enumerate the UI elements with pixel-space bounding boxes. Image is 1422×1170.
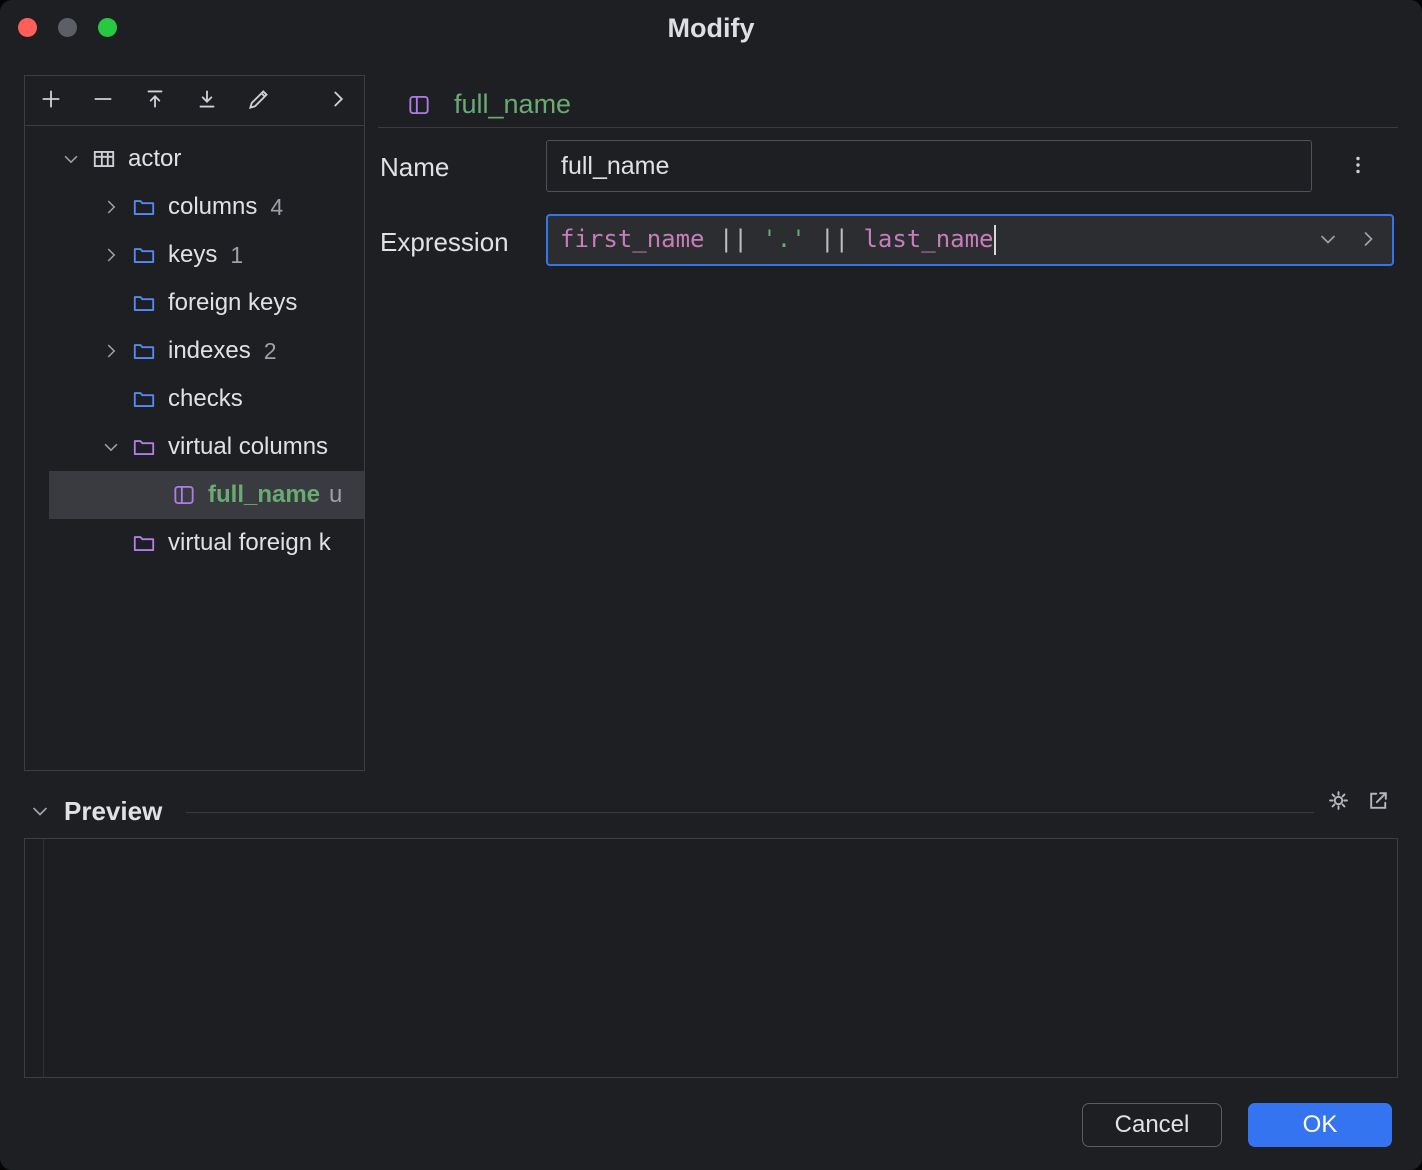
add-item-button[interactable] bbox=[37, 87, 65, 115]
preview-collapse-chevron[interactable] bbox=[28, 799, 52, 828]
expression-label: Expression bbox=[380, 227, 509, 258]
preview-area bbox=[24, 838, 1398, 1078]
expression-token: '.' bbox=[762, 225, 805, 253]
structure-panel: actor columns 4 keys 1 foreign keys indexes 2 ch… bbox=[24, 75, 365, 771]
pencil-icon bbox=[246, 86, 272, 115]
expression-token: || bbox=[806, 225, 864, 253]
expression-input[interactable]: first_name || '.' || last_name bbox=[546, 214, 1394, 266]
tree-item-checks[interactable]: checks bbox=[25, 375, 364, 423]
expression-token: first_name bbox=[560, 225, 705, 253]
open-in-new-icon bbox=[1365, 802, 1392, 817]
tree-item-keys[interactable]: keys 1 bbox=[25, 231, 364, 279]
tree: actor columns 4 keys 1 foreign keys indexes 2 ch… bbox=[25, 126, 364, 567]
title-bar: Modify bbox=[0, 0, 1422, 56]
tree-item-label: columns bbox=[168, 193, 257, 221]
tree-item-virtual-columns[interactable]: virtual columns bbox=[25, 423, 364, 471]
expression-token: last_name bbox=[863, 225, 993, 253]
expression-history-button[interactable] bbox=[1316, 227, 1340, 254]
move-up-button[interactable] bbox=[141, 87, 169, 115]
tree-item-label: indexes bbox=[168, 337, 251, 365]
tree-item-indexes[interactable]: indexes 2 bbox=[25, 327, 364, 375]
plus-icon bbox=[38, 86, 64, 115]
folder-icon bbox=[129, 338, 159, 364]
chevron-down-icon[interactable] bbox=[53, 148, 89, 170]
column-header: full_name bbox=[404, 89, 571, 120]
chevron-down-icon[interactable] bbox=[93, 436, 129, 458]
folder-icon bbox=[129, 242, 159, 268]
column-header-label: full_name bbox=[454, 89, 571, 120]
tree-item-count: 1 bbox=[230, 242, 243, 269]
chevron-right-icon[interactable] bbox=[93, 244, 129, 266]
tree-item-label: foreign keys bbox=[168, 289, 297, 317]
expression-controls bbox=[1316, 227, 1380, 254]
chevron-right-icon[interactable] bbox=[93, 340, 129, 362]
folder-icon bbox=[129, 194, 159, 220]
tree-item-label: checks bbox=[168, 385, 243, 413]
folder-icon bbox=[129, 386, 159, 412]
text-caret bbox=[994, 225, 996, 255]
chevron-right-icon[interactable] bbox=[93, 196, 129, 218]
modify-dialog: Modify actor columns 4 keys 1 foreign keys ind… bbox=[0, 0, 1422, 1170]
tree-item-label: keys bbox=[168, 241, 217, 269]
name-input[interactable] bbox=[546, 140, 1312, 192]
folder-icon bbox=[129, 530, 159, 556]
move-down-button[interactable] bbox=[193, 87, 221, 115]
tree-toolbar bbox=[25, 76, 364, 126]
remove-item-button[interactable] bbox=[89, 87, 117, 115]
table-icon bbox=[89, 146, 119, 172]
move-up-icon bbox=[142, 86, 168, 115]
move-down-icon bbox=[194, 86, 220, 115]
preview-settings-button[interactable] bbox=[1325, 787, 1352, 817]
name-options-button[interactable] bbox=[1342, 142, 1374, 190]
cancel-button[interactable]: Cancel bbox=[1082, 1103, 1222, 1147]
tree-item-label: virtual columns bbox=[168, 433, 328, 461]
tree-item-label: actor bbox=[128, 145, 181, 173]
tree-item-columns[interactable]: columns 4 bbox=[25, 183, 364, 231]
chevron-right-icon bbox=[325, 86, 351, 115]
tree-item-foreign-keys[interactable]: foreign keys bbox=[25, 279, 364, 327]
kebab-icon bbox=[1346, 153, 1370, 180]
preview-open-in-editor-button[interactable] bbox=[1365, 787, 1392, 817]
minus-icon bbox=[90, 86, 116, 115]
tree-item-virtual-foreign-k[interactable]: virtual foreign k bbox=[25, 519, 364, 567]
column-icon bbox=[404, 92, 434, 118]
ok-button[interactable]: OK bbox=[1248, 1103, 1392, 1147]
header-divider bbox=[378, 127, 1398, 128]
expression-expand-button[interactable] bbox=[1356, 227, 1380, 254]
window-title: Modify bbox=[0, 0, 1422, 56]
tree-item-count: 2 bbox=[264, 338, 277, 365]
tree-item-actor[interactable]: actor bbox=[25, 135, 364, 183]
edit-item-button[interactable] bbox=[245, 87, 273, 115]
preview-label: Preview bbox=[64, 796, 162, 827]
expression-token: || bbox=[705, 225, 763, 253]
chevron-down-icon bbox=[1316, 227, 1340, 254]
gear-icon bbox=[1325, 802, 1352, 817]
folder-icon bbox=[129, 434, 159, 460]
expression-code: first_name || '.' || last_name bbox=[560, 225, 1316, 255]
tree-item-label: virtual foreign k bbox=[168, 529, 331, 557]
tree-item-count: 4 bbox=[270, 194, 283, 221]
preview-divider bbox=[186, 812, 1314, 813]
tree-item-label: full_name bbox=[208, 481, 320, 509]
column-icon bbox=[169, 482, 199, 508]
name-label: Name bbox=[380, 152, 449, 183]
folder-icon bbox=[129, 290, 159, 316]
chevron-right-icon bbox=[1356, 227, 1380, 254]
tree-item-full-name[interactable]: full_name u bbox=[25, 471, 364, 519]
more-actions-button[interactable] bbox=[324, 87, 352, 115]
tree-item-suffix: u bbox=[329, 481, 342, 509]
